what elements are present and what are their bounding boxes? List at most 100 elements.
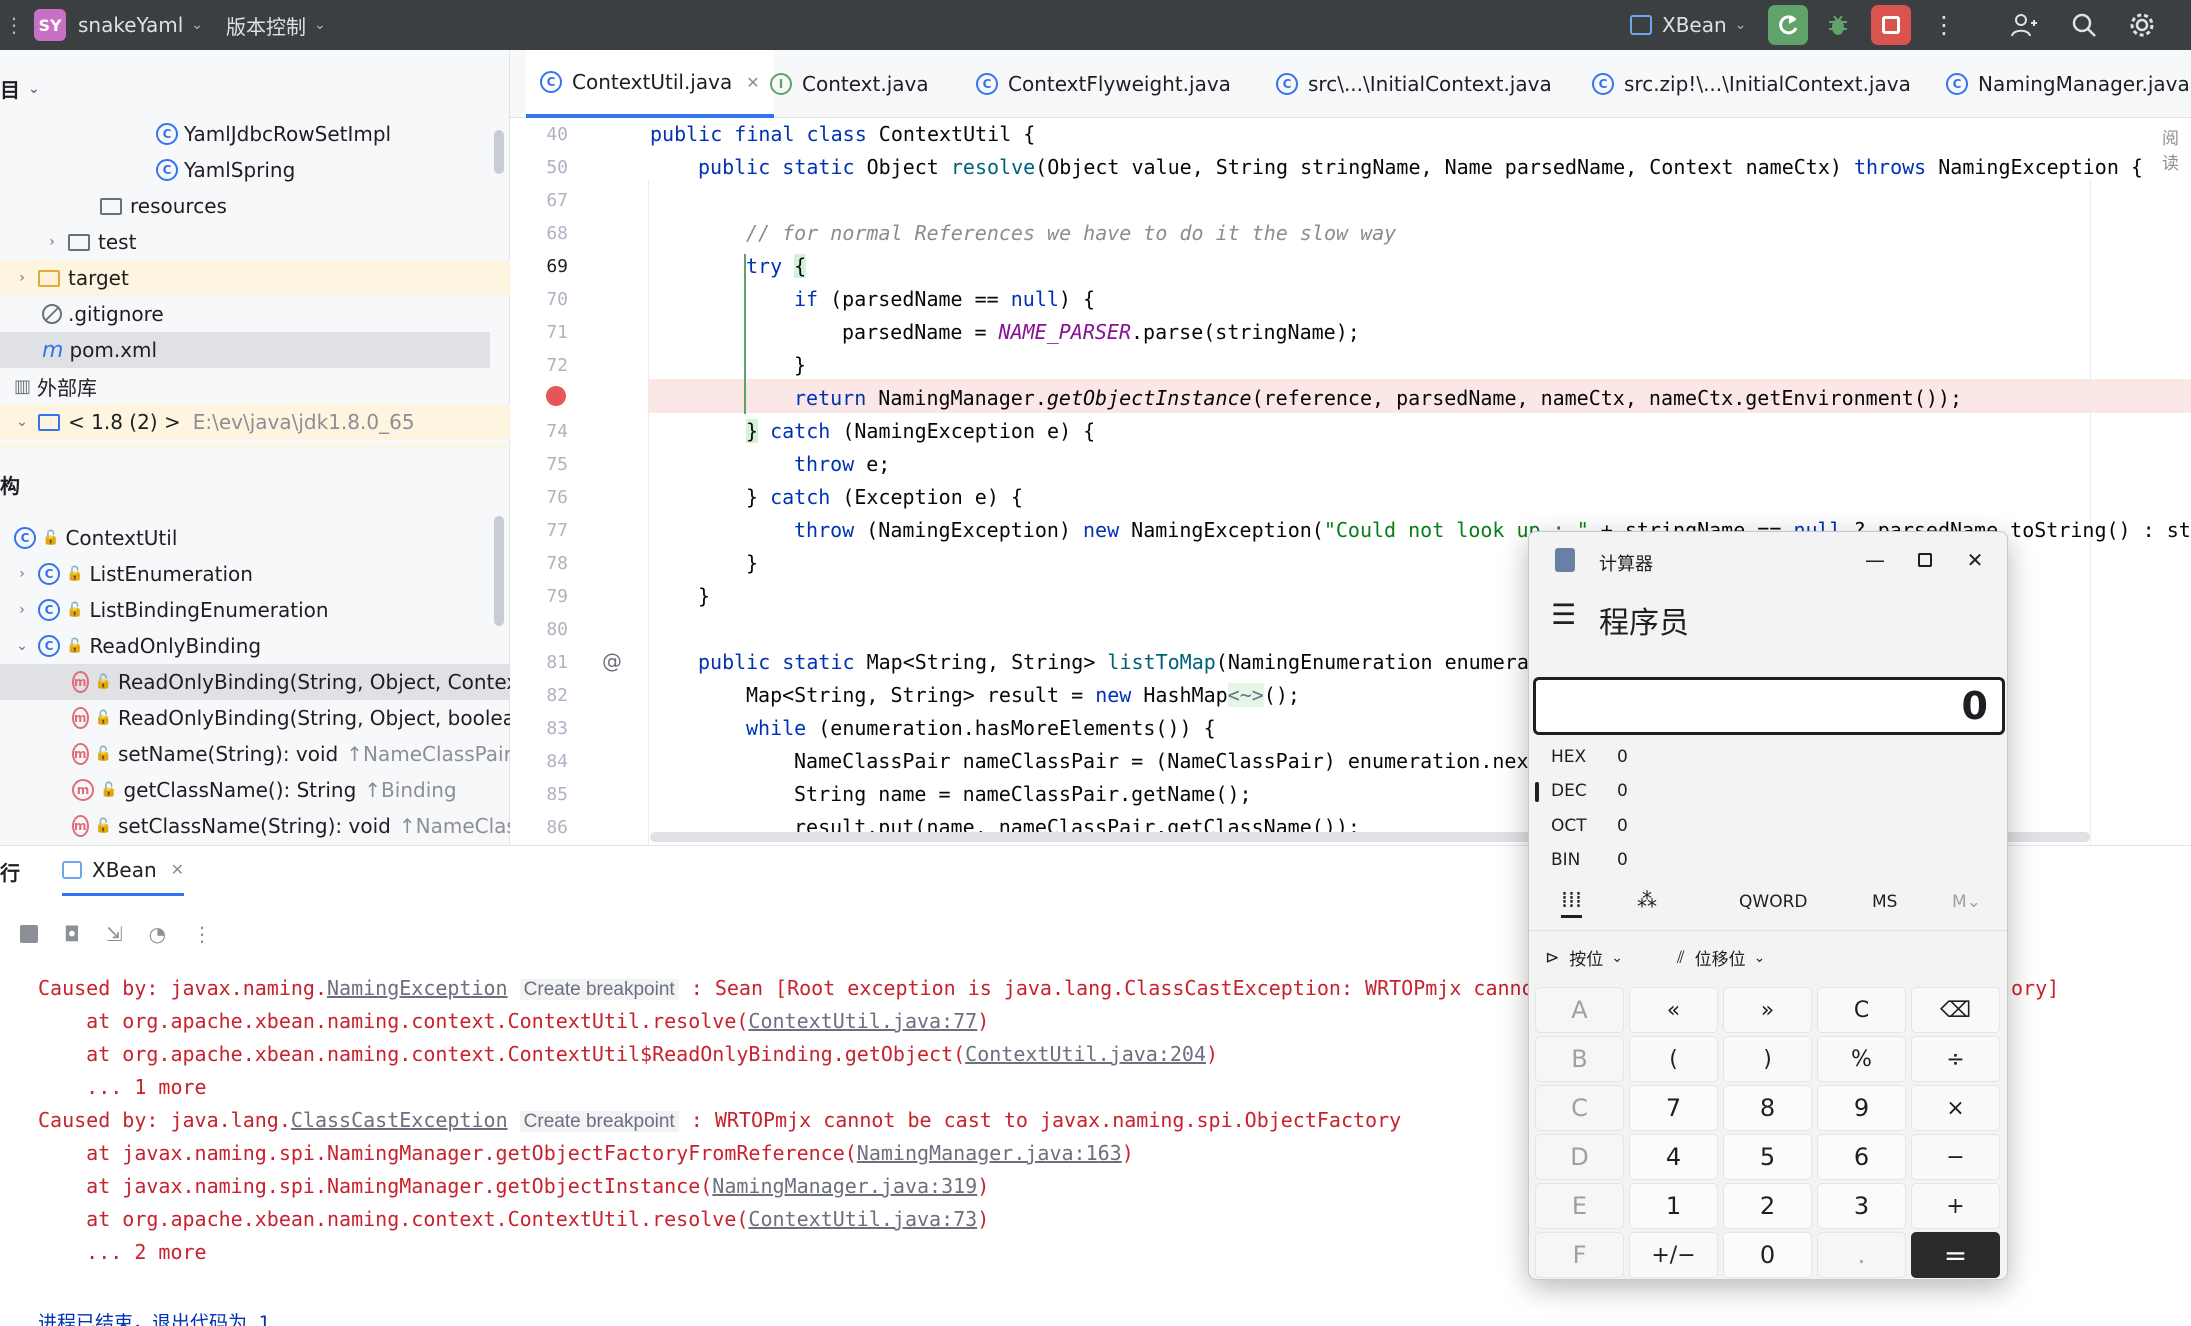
key-9[interactable]: 9 xyxy=(1817,1085,1906,1131)
key-7[interactable]: 7 xyxy=(1629,1085,1718,1131)
radix-dec[interactable]: DEC 0 xyxy=(1551,781,1628,801)
tree-item-test[interactable]: › test xyxy=(0,224,510,260)
debug-button[interactable] xyxy=(1818,5,1858,45)
more-actions-icon[interactable]: ⋮ xyxy=(192,922,212,946)
chevron-right-icon[interactable]: › xyxy=(12,566,32,582)
tree-item-jdk[interactable]: ⌄ < 1.8 (2) > E:\ev\java\jdk1.8.0_65 xyxy=(0,404,510,440)
tree-item-gitignore[interactable]: .gitignore xyxy=(0,296,510,332)
tab-contextutil[interactable]: C ContextUtil.java ✕ xyxy=(526,50,774,118)
full-keypad-icon[interactable]: ⁞⁞⁞ xyxy=(1561,888,1582,918)
key-a[interactable]: A xyxy=(1535,987,1624,1033)
camera-icon[interactable]: ◘ xyxy=(64,922,80,946)
chevron-right-icon[interactable]: › xyxy=(42,234,62,250)
memory-menu-button[interactable]: M⌄ xyxy=(1952,892,1981,912)
structure-item-setname[interactable]: m 🔓 setName(String): void ↑NameClassPair xyxy=(0,736,510,772)
structure-item-getclassname[interactable]: m 🔓 getClassName(): String ↑Binding xyxy=(0,772,510,808)
chevron-right-icon[interactable]: › xyxy=(12,270,32,286)
more-actions-icon[interactable]: ⋮ xyxy=(1924,5,1964,45)
structure-item-listenumeration[interactable]: › C 🔓 ListEnumeration xyxy=(0,556,510,592)
minimize-button[interactable]: — xyxy=(1855,542,1895,578)
run-config-selector[interactable]: XBean ⌄ xyxy=(1630,0,1746,50)
tab-initialcontext-src[interactable]: C src\...\InitialContext.java xyxy=(1276,50,1552,118)
tree-item-external-libraries[interactable]: ▥ 外部库 xyxy=(0,368,510,404)
key-subtract[interactable]: − xyxy=(1911,1134,2000,1180)
key-4[interactable]: 4 xyxy=(1629,1134,1718,1180)
structure-item-contextutil[interactable]: C 🔓 ContextUtil xyxy=(0,520,510,556)
key-5[interactable]: 5 xyxy=(1723,1134,1812,1180)
key-left-shift[interactable]: « xyxy=(1629,987,1718,1033)
tab-contextflyweight[interactable]: C ContextFlyweight.java xyxy=(976,50,1231,118)
key-open-paren[interactable]: ( xyxy=(1629,1036,1718,1082)
structure-item-listbindingenumeration[interactable]: › C 🔓 ListBindingEnumeration xyxy=(0,592,510,628)
tree-item-target[interactable]: › target xyxy=(0,260,510,296)
tree-item-yamljdbcrowsetimpl[interactable]: C YamlJdbcRowSetImpl xyxy=(0,116,510,152)
bitshift-dropdown[interactable]: ⫽ 位移位 ⌄ xyxy=(1677,945,1765,971)
close-icon[interactable]: ✕ xyxy=(171,860,184,879)
maximize-button[interactable] xyxy=(1905,542,1945,578)
key-decimal[interactable]: . xyxy=(1817,1232,1906,1278)
key-1[interactable]: 1 xyxy=(1629,1183,1718,1229)
key-clear[interactable]: C xyxy=(1817,987,1906,1033)
key-equals[interactable]: = xyxy=(1911,1232,2000,1278)
radix-oct[interactable]: OCT 0 xyxy=(1551,816,1628,836)
main-menu-icon[interactable]: ⋮ xyxy=(4,0,24,50)
key-2[interactable]: 2 xyxy=(1723,1183,1812,1229)
breakpoint-icon[interactable] xyxy=(546,386,566,406)
stop-button[interactable] xyxy=(1871,5,1911,45)
rerun-button[interactable] xyxy=(1768,5,1808,45)
key-close-paren[interactable]: ) xyxy=(1723,1036,1812,1082)
hamburger-menu-icon[interactable]: ☰ xyxy=(1551,598,1576,631)
key-0[interactable]: 0 xyxy=(1723,1232,1812,1278)
memory-store-button[interactable]: MS xyxy=(1872,892,1897,912)
project-selector[interactable]: SY snakeYaml ⌄ xyxy=(34,0,203,50)
gauge-icon[interactable]: ◔ xyxy=(149,922,166,946)
structure-item-constructor-1[interactable]: m 🔓 ReadOnlyBinding(String, Object, Cont… xyxy=(0,664,510,700)
settings-button[interactable] xyxy=(2122,5,2162,45)
add-user-button[interactable] xyxy=(2004,5,2044,45)
key-b[interactable]: B xyxy=(1535,1036,1624,1082)
key-backspace[interactable]: ⌫ xyxy=(1911,987,2000,1033)
structure-item-setclassname[interactable]: m 🔓 setClassName(String): void ↑NameClas… xyxy=(0,808,510,844)
close-button[interactable]: ✕ xyxy=(1955,542,1995,578)
key-c-hex[interactable]: C xyxy=(1535,1085,1624,1131)
tab-namingmanager[interactable]: C NamingManager.java xyxy=(1946,50,2190,118)
chevron-right-icon[interactable]: › xyxy=(12,602,32,618)
key-negate[interactable]: +/− xyxy=(1629,1232,1718,1278)
project-panel-header[interactable]: 目 ⌄ xyxy=(0,74,40,103)
override-marker-icon[interactable]: @ xyxy=(602,649,622,673)
key-f[interactable]: F xyxy=(1535,1232,1624,1278)
structure-item-readonlybinding[interactable]: ⌄ C 🔓 ReadOnlyBinding xyxy=(0,628,510,664)
structure-scrollbar[interactable] xyxy=(494,516,504,626)
key-8[interactable]: 8 xyxy=(1723,1085,1812,1131)
tab-initialcontext-zip[interactable]: C src.zip!\...\InitialContext.java xyxy=(1592,50,1911,118)
tree-item-resources[interactable]: resources xyxy=(0,188,510,224)
key-percent[interactable]: % xyxy=(1817,1036,1906,1082)
key-d[interactable]: D xyxy=(1535,1134,1624,1180)
tab-context[interactable]: I Context.java xyxy=(770,50,929,118)
bitwise-dropdown[interactable]: ⊳ 按位 ⌄ xyxy=(1545,945,1623,971)
key-add[interactable]: + xyxy=(1911,1183,2000,1229)
export-icon[interactable]: ⇲ xyxy=(106,922,123,946)
vcs-menu[interactable]: 版本控制 ⌄ xyxy=(226,0,326,50)
key-divide[interactable]: ÷ xyxy=(1911,1036,2000,1082)
chevron-down-icon[interactable]: ⌄ xyxy=(12,414,32,430)
word-size-button[interactable]: QWORD xyxy=(1739,892,1807,912)
tree-item-yamlspring[interactable]: C YamlSpring xyxy=(0,152,510,188)
reader-mode-toggle[interactable]: 阅读 xyxy=(2162,124,2191,174)
project-scrollbar[interactable] xyxy=(494,130,504,174)
run-tab-xbean[interactable]: XBean ✕ xyxy=(62,846,185,896)
stop-icon[interactable] xyxy=(20,925,38,943)
radix-hex[interactable]: HEX 0 xyxy=(1551,747,1628,767)
search-button[interactable] xyxy=(2064,5,2104,45)
key-right-shift[interactable]: » xyxy=(1723,987,1812,1033)
chevron-down-icon[interactable]: ⌄ xyxy=(12,638,32,654)
key-3[interactable]: 3 xyxy=(1817,1183,1906,1229)
key-multiply[interactable]: × xyxy=(1911,1085,2000,1131)
structure-item-constructor-2[interactable]: m 🔓 ReadOnlyBinding(String, Object, bool… xyxy=(0,700,510,736)
bit-toggle-keypad-icon[interactable]: ⁂ xyxy=(1637,888,1657,912)
key-6[interactable]: 6 xyxy=(1817,1134,1906,1180)
close-icon[interactable]: ✕ xyxy=(746,73,759,92)
key-e[interactable]: E xyxy=(1535,1183,1624,1229)
tree-item-pom-xml[interactable]: m pom.xml xyxy=(0,332,490,368)
radix-bin[interactable]: BIN 0 xyxy=(1551,850,1628,870)
